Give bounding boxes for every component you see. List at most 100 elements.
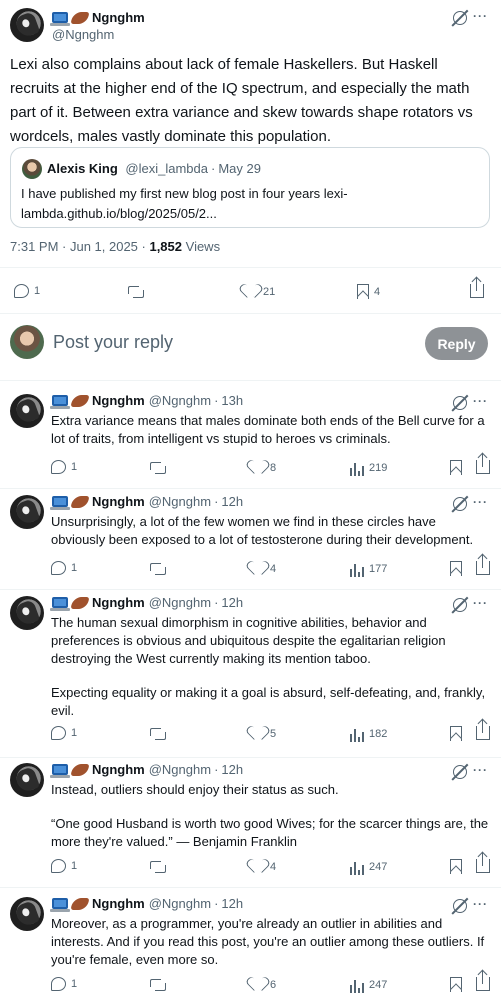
views-button[interactable]: 177 — [350, 561, 387, 577]
more-icon[interactable]: ··· — [473, 897, 488, 911]
retweet-button[interactable] — [150, 859, 171, 875]
reply-button[interactable]: 1 — [51, 726, 77, 740]
views-button[interactable]: 247 — [350, 977, 387, 993]
flexed-arm-emoji-icon — [70, 394, 90, 407]
display-name[interactable]: Ngnghm — [92, 896, 145, 911]
avatar[interactable] — [10, 495, 44, 529]
reply-button[interactable]: 1 — [14, 284, 40, 298]
views-count: 1,852 — [149, 239, 183, 254]
laptop-emoji-icon — [50, 496, 70, 510]
heart-icon — [250, 561, 265, 576]
more-icon[interactable]: ··· — [473, 763, 488, 777]
laptop-emoji-icon — [50, 395, 70, 409]
grok-icon[interactable] — [453, 11, 467, 25]
views-button[interactable]: 247 — [350, 859, 387, 875]
display-name[interactable]: Ngnghm — [92, 494, 145, 509]
reply-count: 1 — [71, 978, 78, 990]
display-name[interactable]: Ngnghm — [92, 393, 145, 408]
like-count: 21 — [263, 285, 276, 298]
more-icon[interactable]: ··· — [473, 596, 488, 610]
grok-icon[interactable] — [453, 899, 467, 913]
bookmark-button[interactable]: 4 — [357, 284, 380, 299]
bookmark-button[interactable] — [450, 859, 467, 874]
reply-button[interactable]: 1 — [51, 561, 77, 575]
share-button[interactable] — [476, 853, 495, 873]
flexed-arm-emoji-icon — [70, 11, 90, 24]
timestamp[interactable]: 7:31 PM · Jun 1, 2025 · — [10, 239, 149, 254]
share-button[interactable] — [476, 454, 495, 474]
handle[interactable]: @Ngnghm — [149, 494, 211, 509]
views-icon — [350, 460, 364, 476]
user-avatar[interactable] — [10, 325, 44, 359]
share-button[interactable] — [470, 278, 489, 298]
share-icon — [476, 454, 490, 474]
bookmark-button[interactable] — [450, 726, 467, 741]
reply-time[interactable]: 12h — [221, 896, 243, 911]
reply-time[interactable]: 13h — [221, 393, 243, 408]
reply-paragraph: Moreover, as a programmer, you're alread… — [51, 916, 485, 967]
display-name[interactable]: Ngnghm — [92, 10, 145, 25]
reply-button[interactable]: 1 — [51, 859, 77, 873]
like-button[interactable]: 6 — [250, 977, 276, 992]
more-icon[interactable]: ··· — [473, 9, 488, 23]
display-name[interactable]: Ngnghm — [92, 595, 145, 610]
reply-icon — [51, 726, 66, 740]
retweet-icon — [150, 859, 166, 875]
more-icon[interactable]: ··· — [473, 495, 488, 509]
handle[interactable]: @Ngnghm — [52, 27, 114, 42]
bookmark-button[interactable] — [450, 977, 467, 992]
reply-tweet[interactable]: Ngnghm @Ngnghm · 12h ··· The human sexua… — [0, 592, 501, 742]
reply-time[interactable]: 12h — [221, 595, 243, 610]
grok-icon[interactable] — [453, 497, 467, 511]
like-button[interactable]: 21 — [243, 284, 275, 299]
like-button[interactable]: 5 — [250, 726, 276, 741]
retweet-button[interactable] — [150, 977, 171, 993]
like-count: 4 — [270, 562, 277, 575]
grok-icon[interactable] — [453, 396, 467, 410]
reply-time[interactable]: 12h — [221, 494, 243, 509]
like-button[interactable]: 8 — [250, 460, 276, 475]
reply-tweet[interactable]: Ngnghm @Ngnghm · 12h ··· Moreover, as a … — [0, 893, 501, 993]
reply-tweet[interactable]: Ngnghm @Ngnghm · 12h ··· Unsurprisingly,… — [0, 491, 501, 591]
avatar[interactable] — [10, 596, 44, 630]
avatar[interactable] — [10, 8, 44, 42]
share-button[interactable] — [476, 720, 495, 740]
quoted-tweet[interactable]: Alexis King @lexi_lambda · May 29 I have p… — [10, 147, 490, 228]
handle[interactable]: @Ngnghm — [149, 393, 211, 408]
display-name[interactable]: Ngnghm — [92, 762, 145, 777]
views-icon — [350, 561, 364, 577]
avatar[interactable] — [10, 763, 44, 797]
handle[interactable]: @Ngnghm — [149, 896, 211, 911]
grok-icon[interactable] — [453, 765, 467, 779]
grok-icon[interactable] — [453, 598, 467, 612]
retweet-button[interactable] — [128, 284, 149, 300]
handle[interactable]: @Ngnghm — [149, 595, 211, 610]
reply-paragraph: Unsurprisingly, a lot of the few women w… — [51, 514, 474, 547]
like-button[interactable]: 4 — [250, 561, 276, 576]
share-icon — [476, 971, 490, 991]
like-button[interactable]: 4 — [250, 859, 276, 874]
reply-button[interactable]: 1 — [51, 460, 77, 474]
retweet-button[interactable] — [150, 561, 171, 577]
views-button[interactable]: 219 — [350, 460, 387, 476]
reply-tweet[interactable]: Ngnghm @Ngnghm · 13h ··· Extra variance … — [0, 390, 501, 490]
avatar[interactable] — [10, 897, 44, 931]
reply-time[interactable]: 12h — [221, 762, 243, 777]
reply-tweet[interactable]: Ngnghm @Ngnghm · 12h ··· Instead, outlie… — [0, 759, 501, 875]
retweet-button[interactable] — [150, 726, 171, 742]
views-icon — [350, 977, 364, 993]
reply-submit-button[interactable]: Reply — [425, 327, 488, 360]
bookmark-button[interactable] — [450, 460, 467, 475]
handle[interactable]: @Ngnghm — [149, 762, 211, 777]
retweet-button[interactable] — [150, 460, 171, 476]
bookmark-icon — [450, 726, 462, 741]
reply-input[interactable]: Post your reply — [53, 332, 173, 353]
more-icon[interactable]: ··· — [473, 394, 488, 408]
bookmark-button[interactable] — [450, 561, 467, 576]
avatar[interactable] — [10, 394, 44, 428]
bookmark-icon — [450, 859, 462, 874]
share-button[interactable] — [476, 555, 495, 575]
share-button[interactable] — [476, 971, 495, 991]
views-button[interactable]: 182 — [350, 726, 387, 742]
reply-button[interactable]: 1 — [51, 977, 77, 991]
